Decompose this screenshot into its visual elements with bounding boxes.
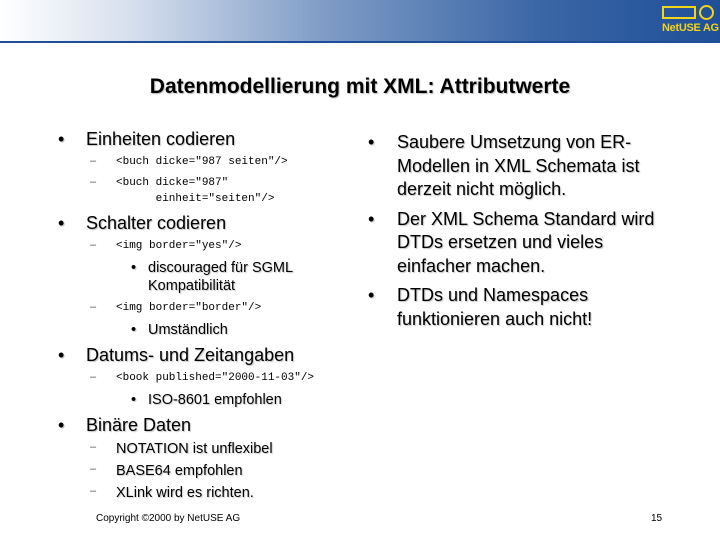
dash-icon: –	[90, 441, 97, 453]
bullet-text: Saubere Umsetzung von ER-Modellen in XML…	[397, 132, 640, 199]
slide-title: Datenmodellierung mit XML: Attributwerte	[149, 75, 571, 98]
bullet-icon: •	[58, 415, 65, 435]
netuse-logo: NetUSE AG	[662, 4, 719, 38]
dash-icon: –	[90, 176, 97, 188]
bullet-icon: •	[58, 129, 65, 149]
bullet-item: • Schalter codieren	[58, 212, 358, 234]
sub-text: NOTATION ist unflexibel	[116, 441, 273, 457]
header-divider	[0, 41, 720, 43]
logo-circle-icon	[699, 5, 714, 20]
dash-icon: –	[90, 155, 97, 167]
bullet-text: Binäre Daten	[86, 415, 192, 435]
bullet-item: • Datums- und Zeitangaben	[58, 344, 358, 366]
page-number: 15	[651, 513, 663, 524]
bullet-icon: •	[131, 322, 137, 338]
bullet-text: Der XML Schema Standard wird DTDs ersetz…	[397, 208, 655, 276]
dash-icon: –	[90, 239, 97, 251]
sub-item: – NOTATION ist unflexibel	[58, 440, 358, 459]
sub-sub-text: ISO-8601 empfohlen	[148, 392, 282, 408]
bullet-icon: •	[58, 213, 65, 233]
bullet-text: Schalter codieren	[86, 213, 227, 233]
code-text: <book published="2000-11-03"/>	[116, 372, 315, 384]
footer-copyright: Copyright ©2000 by NetUSE AG	[96, 513, 241, 524]
sub-item: – <buch dicke="987 seiten"/>	[58, 154, 358, 170]
dash-icon: –	[90, 301, 97, 313]
sub-item: – <buch dicke="987" einheit="seiten"/>	[58, 175, 358, 207]
sub-item: – <book published="2000-11-03"/>	[58, 370, 358, 386]
dash-icon: –	[90, 371, 97, 383]
bullet-icon: •	[368, 208, 375, 229]
code-text: <img border="yes"/>	[116, 240, 242, 252]
sub-sub-text: Umständlich	[148, 322, 228, 338]
header-bar: NetUSE AG	[0, 0, 720, 41]
code-text: <img border="border"/>	[116, 302, 262, 314]
code-text: <buch dicke="987" einheit="seiten"/>	[116, 177, 275, 205]
bullet-item: • Binäre Daten	[58, 414, 358, 436]
dash-icon: –	[90, 485, 97, 497]
sub-sub-item: • Umständlich	[58, 321, 358, 339]
logo-rectangle-icon	[662, 6, 696, 19]
bullet-item: • DTDs und Namespaces funktionieren auch…	[368, 284, 668, 331]
left-column: • Einheiten codieren – <buch dicke="987 …	[58, 128, 358, 506]
bullet-item: • Der XML Schema Standard wird DTDs erse…	[368, 208, 668, 279]
right-column: • Saubere Umsetzung von ER-Modellen in X…	[368, 131, 668, 337]
bullet-text: Einheiten codieren	[86, 129, 236, 149]
sub-sub-text: discouraged für SGML Kompatibilität	[148, 260, 293, 294]
sub-item: – BASE64 empfohlen	[58, 462, 358, 481]
bullet-icon: •	[368, 132, 375, 152]
sub-sub-item: • discouraged für SGML Kompatibilität	[58, 259, 358, 295]
sub-item: – XLink wird es richten.	[58, 484, 358, 503]
bullet-text: DTDs und Namespaces funktionieren auch n…	[397, 285, 593, 329]
sub-text: XLink wird es richten.	[116, 485, 254, 501]
bullet-item: • Einheiten codieren	[58, 128, 358, 150]
bullet-icon: •	[368, 285, 375, 305]
sub-sub-item: • ISO-8601 empfohlen	[58, 391, 358, 409]
sub-item: – <img border="border"/>	[58, 300, 358, 316]
bullet-icon: •	[131, 260, 137, 276]
sub-text: BASE64 empfohlen	[116, 463, 243, 479]
code-text: <buch dicke="987 seiten"/>	[116, 156, 288, 168]
bullet-item: • Saubere Umsetzung von ER-Modellen in X…	[368, 131, 668, 202]
bullet-icon: •	[131, 392, 137, 408]
bullet-icon: •	[58, 345, 65, 365]
bullet-text: Datums- und Zeitangaben	[86, 345, 295, 365]
sub-item: – <img border="yes"/>	[58, 238, 358, 254]
dash-icon: –	[90, 463, 97, 475]
logo-text: NetUSE AG	[662, 22, 719, 34]
